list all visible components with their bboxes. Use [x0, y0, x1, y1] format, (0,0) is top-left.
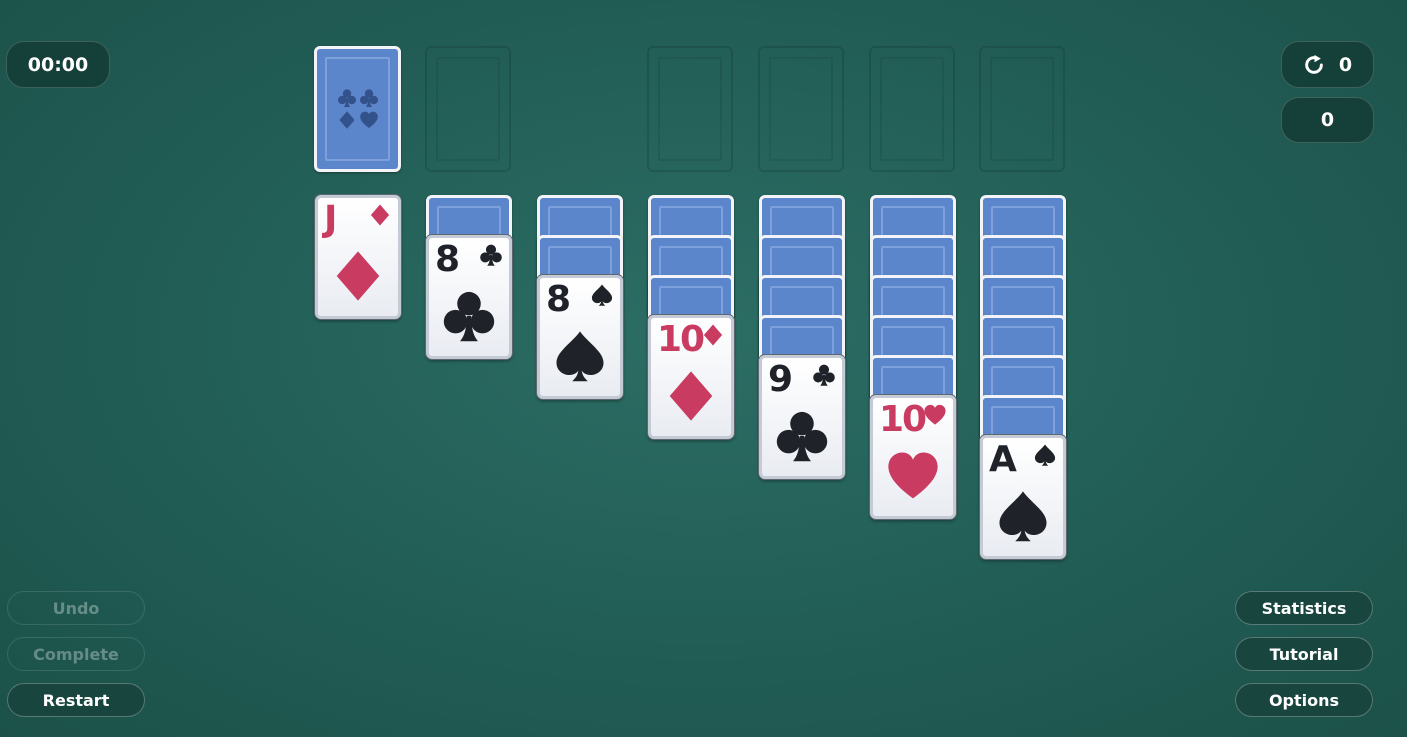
statistics-button[interactable]: Statistics [1235, 591, 1373, 625]
card-rank: 8 [546, 279, 571, 320]
redeal-arrow-icon [1305, 54, 1323, 74]
foundation-slot-2[interactable] [758, 46, 844, 172]
diamond-suit-icon [703, 324, 723, 346]
timer-display: 00:00 [6, 41, 110, 88]
face-up-card[interactable]: 10 [870, 395, 956, 519]
face-up-card[interactable]: 8 [537, 275, 623, 399]
undo-button[interactable]: Undo [7, 591, 145, 625]
club-suit-icon [480, 244, 502, 266]
card-rank: 8 [435, 239, 460, 280]
options-button-label: Options [1268, 690, 1340, 710]
restart-button-label: Restart [42, 690, 110, 710]
club-suit-large-icon [443, 291, 495, 342]
face-up-card[interactable]: 9 [759, 355, 845, 479]
spade-suit-icon [591, 284, 613, 306]
spade-suit-large-icon [999, 491, 1047, 542]
score-display: 0 [1281, 97, 1374, 143]
face-up-card[interactable]: A [980, 435, 1066, 559]
card-rank: 10 [879, 399, 927, 440]
options-button[interactable]: Options [1235, 683, 1373, 717]
card-rank: J [324, 199, 337, 240]
foundation-slot-1[interactable] [647, 46, 733, 172]
face-up-card[interactable]: 8 [426, 235, 512, 359]
diamond-suit-large-icon [669, 371, 713, 421]
spade-suit-icon [1034, 444, 1056, 466]
restart-button[interactable]: Restart [7, 683, 145, 717]
moves-count-text: 0 [1338, 53, 1353, 76]
moves-counter: 0 [1281, 41, 1374, 88]
suits-emblem-icon [337, 89, 378, 129]
card-rank: 10 [657, 319, 705, 360]
waste-slot[interactable] [425, 46, 511, 172]
heart-suit-icon [924, 404, 946, 425]
diamond-suit-icon [370, 204, 390, 226]
foundation-slot-4[interactable] [979, 46, 1065, 172]
card-rank: 9 [768, 359, 793, 400]
tutorial-button[interactable]: Tutorial [1235, 637, 1373, 671]
diamond-suit-large-icon [336, 251, 380, 301]
score-text: 0 [1320, 109, 1335, 131]
face-up-card[interactable]: 10 [648, 315, 734, 439]
heart-suit-large-icon [888, 452, 938, 499]
spade-suit-large-icon [556, 331, 604, 382]
club-suit-large-icon [776, 411, 828, 462]
complete-button[interactable]: Complete [7, 637, 145, 671]
card-rank: A [989, 439, 1017, 480]
tutorial-button-label: Tutorial [1269, 644, 1339, 664]
club-suit-icon [813, 364, 835, 386]
foundation-slot-3[interactable] [869, 46, 955, 172]
undo-button-label: Undo [52, 598, 100, 618]
statistics-button-label: Statistics [1261, 598, 1347, 618]
timer-text: 00:00 [27, 53, 89, 76]
complete-button-label: Complete [33, 644, 119, 664]
stock-pile[interactable] [314, 46, 401, 172]
face-up-card[interactable]: J [315, 195, 401, 319]
